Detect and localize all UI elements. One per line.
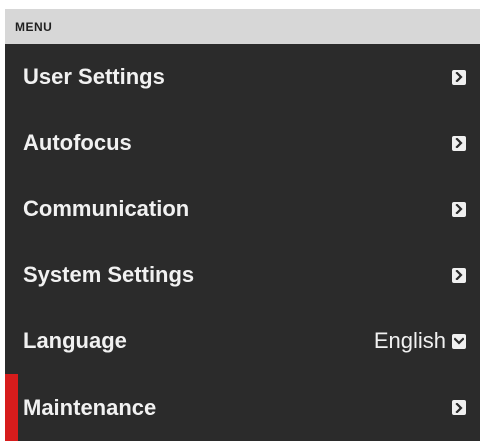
chevron-right-icon bbox=[452, 135, 466, 151]
language-selector[interactable]: English bbox=[374, 328, 466, 354]
chevron-right-icon bbox=[452, 267, 466, 283]
menu-header-title: MENU bbox=[15, 19, 53, 34]
menu-item-autofocus[interactable]: Autofocus bbox=[5, 110, 480, 176]
chevron-right-icon bbox=[452, 201, 466, 217]
chevron-right-icon bbox=[452, 400, 466, 415]
chevron-down-icon bbox=[452, 333, 466, 349]
screen: MENU User Settings Autofocus Communicati… bbox=[0, 0, 482, 441]
menu-item-system-settings[interactable]: System Settings bbox=[5, 242, 480, 308]
menu-item-label: System Settings bbox=[23, 262, 195, 287]
language-value: English bbox=[373, 328, 446, 353]
menu-item-user-settings[interactable]: User Settings bbox=[5, 44, 480, 110]
menu-item-language[interactable]: Language English bbox=[5, 308, 480, 374]
menu-panel: MENU User Settings Autofocus Communicati… bbox=[5, 9, 480, 441]
active-indicator bbox=[5, 374, 18, 441]
menu-item-label: Maintenance bbox=[23, 394, 157, 420]
menu-item-label: Language bbox=[23, 328, 127, 353]
menu-item-communication[interactable]: Communication bbox=[5, 176, 480, 242]
menu-list: User Settings Autofocus Communication Sy… bbox=[5, 44, 480, 441]
menu-item-label: Autofocus bbox=[23, 130, 132, 155]
menu-header: MENU bbox=[5, 9, 480, 44]
chevron-right-icon bbox=[452, 69, 466, 85]
menu-item-label: Communication bbox=[23, 196, 190, 221]
menu-item-maintenance[interactable]: Maintenance bbox=[5, 374, 480, 441]
menu-item-label: User Settings bbox=[23, 64, 165, 89]
